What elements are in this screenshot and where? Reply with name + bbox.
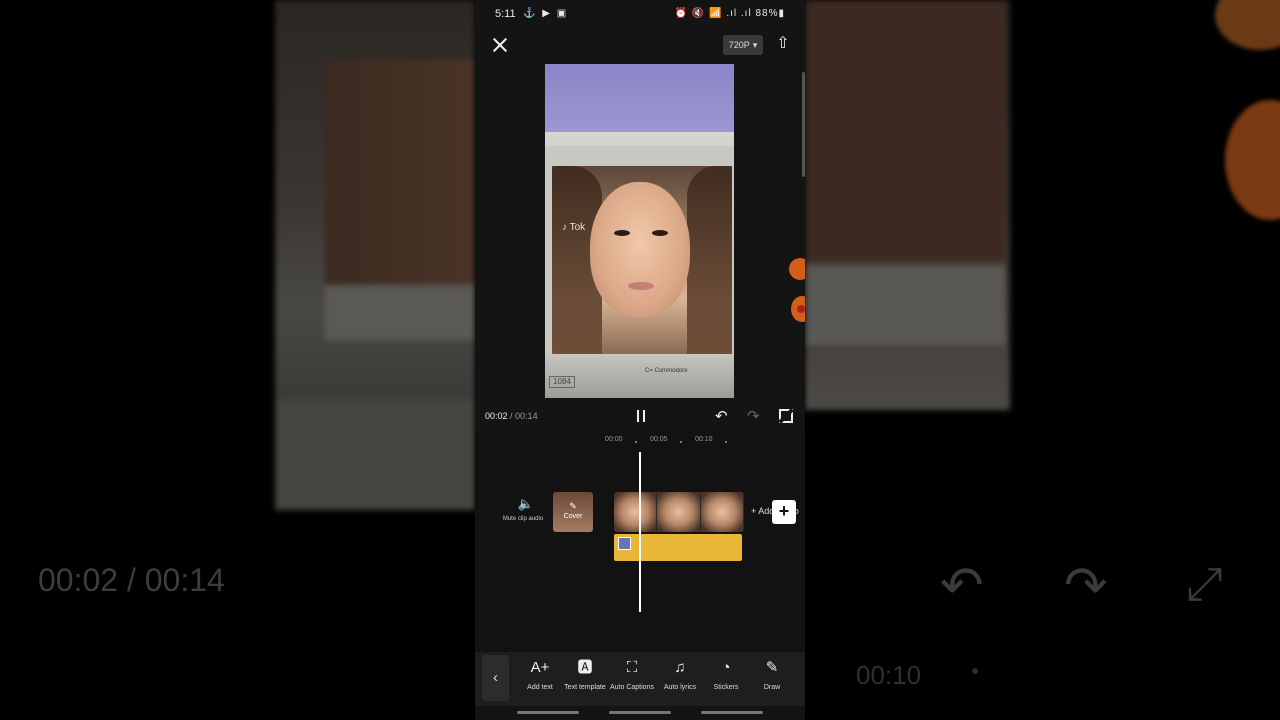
status-right-icons: ⏰ 🔇 📶 .ıl .ıl 88%▮ [675, 8, 785, 19]
pause-button[interactable] [635, 410, 647, 423]
timeline[interactable]: 00:00 00:05 00:10 🔈 Mute clip audio ✎ Co… [475, 432, 805, 652]
ruler-label: 00:10 [695, 436, 713, 443]
battery-percent: 88% [755, 8, 779, 19]
add-clip-button[interactable]: + [772, 500, 796, 524]
timeline-ruler: 00:00 00:05 00:10 [475, 436, 805, 448]
sticker-track[interactable] [614, 534, 742, 561]
upload-icon: ⇧ [776, 35, 790, 52]
phone-screen: 5:11 ⚓ ▶ ▣ ⏰ 🔇 📶 .ıl .ıl 88%▮ 720P ▾ ⇧ ♪… [475, 0, 805, 720]
status-system-icons: ⏰ 🔇 📶 .ıl .ıl [674, 8, 752, 19]
duration: 00:14 [515, 411, 538, 421]
cover-label: Cover [563, 513, 583, 520]
stickers-button[interactable]: ◔ Stickers [701, 658, 751, 691]
playback-bar: 00:02 / 00:14 ↶ ↷ [475, 405, 805, 429]
editor-top-bar: 720P ▾ ⇧ [475, 30, 805, 60]
sticker-thumbnail [618, 537, 631, 550]
ruler-label: 00:05 [650, 436, 668, 443]
clip-thumbnail [657, 492, 701, 532]
text-template-button[interactable]: 🅰 Text template [560, 658, 610, 691]
add-text-button[interactable]: A+ Add text [515, 658, 565, 691]
tool-label: Add text [527, 684, 553, 691]
status-bar: 5:11 ⚓ ▶ ▣ ⏰ 🔇 📶 .ıl .ıl 88%▮ [475, 0, 805, 28]
auto-captions-button[interactable]: ⛶ Auto Captions [607, 658, 657, 691]
back-button[interactable]: ‹ [482, 655, 509, 701]
auto-captions-icon: ⛶ [626, 659, 638, 676]
text-template-icon: 🅰 [577, 659, 593, 676]
resolution-dropdown[interactable]: 720P ▾ [723, 35, 763, 55]
chevron-left-icon: ‹ [493, 669, 498, 686]
undo-button[interactable]: ↶ [715, 407, 728, 425]
backdrop-tool-circle [1215, 0, 1280, 50]
tool-label: Auto lyrics [663, 684, 697, 691]
current-time: 00:02 [485, 411, 508, 421]
fullscreen-button[interactable] [779, 409, 793, 423]
stickers-icon: ◔ [721, 659, 731, 676]
add-text-icon: A+ [530, 659, 550, 676]
nav-home[interactable] [609, 711, 671, 714]
mute-clip-audio-label: Mute clip audio [502, 516, 544, 522]
backdrop-ruler-time: 00:10 [856, 660, 922, 690]
export-button[interactable]: ⇧ [775, 36, 791, 54]
auto-lyrics-icon: ♫ [674, 659, 686, 676]
backdrop-undo-icon: ↶ [940, 557, 984, 615]
backdrop-ruler-dot [972, 668, 978, 674]
clip-thumbnail [700, 492, 744, 532]
draw-button[interactable]: ✎ Draw [747, 658, 797, 691]
clip-thumbnail [614, 492, 658, 532]
tool-label: Text template [564, 684, 606, 691]
resolution-value: 720P [728, 40, 750, 50]
pencil-icon: ✎ [765, 659, 779, 676]
backdrop-right [805, 0, 1010, 410]
close-button[interactable] [491, 36, 509, 54]
scroll-indicator[interactable] [802, 72, 805, 177]
model-badge: 1084 [549, 376, 575, 388]
monitor-base: 1084 C= Commodore [545, 356, 734, 398]
brand-label: C= Commodore [645, 368, 688, 374]
redo-button[interactable]: ↷ [747, 407, 760, 425]
edit-icon: ✎ [569, 501, 577, 511]
backdrop-time-readout: 00:02 / 00:14 [38, 562, 225, 598]
auto-lyrics-button[interactable]: ♫ Auto lyrics [655, 658, 705, 691]
backdrop-redo-icon: ↷ [1064, 557, 1108, 615]
face [590, 182, 690, 317]
status-time: 5:11 [495, 8, 516, 20]
brush-tool-button[interactable] [789, 258, 805, 280]
tiktok-watermark: ♪ Tok [562, 222, 586, 233]
system-nav-bar [475, 706, 805, 720]
crt-screen: ♪ Tok [552, 166, 732, 354]
ruler-label: 00:00 [605, 436, 623, 443]
bottom-toolbar: ‹ A+ Add text 🅰 Text template ⛶ Auto Cap… [475, 652, 805, 706]
status-left-icons: ⚓ ▶ ▣ [523, 8, 569, 19]
video-preview[interactable]: ♪ Tok 1084 C= Commodore [545, 64, 734, 398]
chevron-down-icon: ▾ [752, 39, 758, 50]
cover-button[interactable]: ✎ Cover [553, 492, 593, 532]
backdrop-tool-circle [1225, 100, 1280, 220]
battery-icon: ▮ [778, 8, 785, 19]
speaker-icon: 🔈 [517, 496, 535, 511]
playback-time: 00:02 / 00:14 [485, 411, 538, 421]
backdrop-fullscreen-icon: ⤢ [1186, 557, 1223, 609]
video-clip[interactable] [614, 492, 744, 532]
tool-label: Draw [763, 684, 781, 691]
tool-label: Auto Captions [610, 684, 654, 691]
playhead[interactable] [639, 452, 641, 612]
nav-back[interactable] [701, 711, 763, 714]
backdrop-left [275, 0, 475, 510]
nav-recents[interactable] [517, 711, 579, 714]
mute-clip-audio-button[interactable]: 🔈 Mute clip audio [503, 496, 547, 522]
record-tool-button[interactable] [791, 296, 805, 322]
tool-label: Stickers [713, 684, 739, 691]
